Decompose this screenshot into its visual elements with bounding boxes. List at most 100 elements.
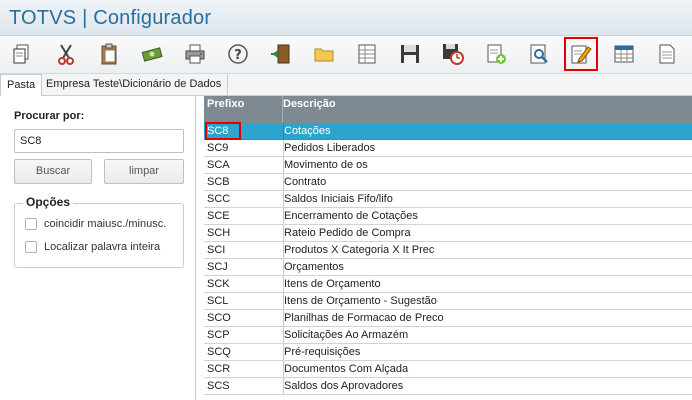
svg-text:?: ?: [234, 48, 242, 63]
table-row[interactable]: SCC Saldos Iniciais Fifo/lifo: [204, 191, 692, 208]
finance-button[interactable]: [137, 39, 167, 69]
match-case-label: coincidir maiusc./minusc.: [44, 218, 167, 230]
table-row[interactable]: SCP Solicitações Ao Armazém: [204, 327, 692, 344]
header-description[interactable]: Descrição: [283, 98, 336, 110]
table-icon: [614, 45, 634, 63]
cell-prefix: SC8: [207, 125, 229, 137]
cell-description: Contrato: [283, 174, 692, 190]
spreadsheet-button[interactable]: [352, 39, 382, 69]
tab-bar: Pasta Empresa Teste\Dicionário de Dados: [0, 74, 692, 97]
save-timer-icon: [443, 44, 464, 65]
edit-pencil-icon: [571, 45, 592, 64]
print-button[interactable]: [180, 39, 210, 69]
match-case-option[interactable]: coincidir maiusc./minusc.: [25, 218, 166, 230]
options-title: Opções: [23, 195, 74, 209]
search-button[interactable]: Buscar: [14, 159, 92, 184]
cell-prefix: SCQ: [207, 346, 231, 358]
paste-button[interactable]: [94, 39, 124, 69]
table-row[interactable]: SCI Produtos X Categoria X It Prec: [204, 242, 692, 259]
toolbar: ?: [0, 36, 692, 74]
cell-prefix: SCO: [207, 312, 231, 324]
page-icon: [659, 44, 675, 64]
cell-description: Solicitações Ao Armazém: [283, 327, 692, 343]
cell-prefix: SCH: [207, 227, 231, 239]
save-scheduled-button[interactable]: [438, 39, 468, 69]
cell-description: Movimento de os: [283, 157, 692, 173]
clear-button[interactable]: limpar: [104, 159, 184, 184]
header-prefix[interactable]: Prefixo: [207, 98, 244, 110]
table-row[interactable]: SC8 Cotações: [204, 122, 692, 140]
cell-description: Orçamentos: [283, 259, 692, 275]
cell-prefix: SCL: [207, 295, 229, 307]
new-button[interactable]: [481, 39, 511, 69]
table-row[interactable]: SCH Rateio Pedido de Compra: [204, 225, 692, 242]
page-button[interactable]: [652, 39, 682, 69]
exit-button[interactable]: [266, 39, 296, 69]
open-folder-button[interactable]: [309, 39, 339, 69]
cell-prefix: SCJ: [207, 261, 228, 273]
cut-icon: [58, 44, 74, 65]
table-row[interactable]: SCL Itens de Orçamento - Sugestão: [204, 293, 692, 310]
app-title: TOTVS | Configurador: [9, 7, 212, 29]
preview-button[interactable]: [524, 39, 554, 69]
cell-description: Itens de Orçamento - Sugestão: [283, 293, 692, 309]
cell-prefix: SCA: [207, 159, 230, 171]
tab-pasta[interactable]: Pasta: [0, 74, 43, 97]
table-row[interactable]: SCQ Pré-requisições: [204, 344, 692, 361]
tab-dicionario[interactable]: Empresa Teste\Dicionário de Dados: [40, 74, 229, 96]
save-disk-icon: [401, 45, 419, 63]
cell-prefix: SCS: [207, 380, 230, 392]
table-row[interactable]: SCA Movimento de os: [204, 157, 692, 174]
preview-search-icon: [530, 44, 548, 64]
help-button[interactable]: ?: [223, 39, 253, 69]
search-input[interactable]: [14, 129, 184, 153]
cell-description: Saldos dos Aprovadores: [283, 378, 692, 394]
save-button[interactable]: [395, 39, 425, 69]
copy-icon: [13, 44, 29, 64]
search-panel: Procurar por: Buscar limpar Opções coinc…: [0, 96, 196, 400]
folder-icon: [314, 48, 334, 62]
cell-description: Pedidos Liberados: [283, 140, 692, 156]
title-bar: TOTVS | Configurador: [0, 0, 692, 36]
table-row[interactable]: SCK Itens de Orçamento: [204, 276, 692, 293]
cell-description: Pré-requisições: [283, 344, 692, 360]
match-case-checkbox[interactable]: [25, 218, 37, 230]
cell-description: Rateio Pedido de Compra: [283, 225, 692, 241]
copy-button[interactable]: [7, 39, 37, 69]
cell-prefix: SCP: [207, 329, 230, 341]
table-row[interactable]: SC9 Pedidos Liberados: [204, 140, 692, 157]
cell-description: Encerramento de Cotações: [283, 208, 692, 224]
cell-prefix: SCE: [207, 210, 230, 222]
cell-prefix: SCK: [207, 278, 230, 290]
cell-prefix: SC9: [207, 142, 229, 154]
spreadsheet-icon: [358, 44, 376, 64]
money-icon: [141, 47, 163, 62]
table-row[interactable]: SCR Documentos Com Alçada: [204, 361, 692, 378]
cell-description: Documentos Com Alçada: [283, 361, 692, 377]
cell-description: Cotações: [283, 123, 692, 139]
table-header: Prefixo Descrição: [204, 96, 692, 123]
table-row[interactable]: SCS Saldos dos Aprovadores: [204, 378, 692, 395]
whole-word-checkbox[interactable]: [25, 241, 37, 253]
table-row[interactable]: SCB Contrato: [204, 174, 692, 191]
whole-word-option[interactable]: Localizar palavra inteira: [25, 241, 160, 253]
cell-description: Saldos Iniciais Fifo/lifo: [283, 191, 692, 207]
cell-description: Produtos X Categoria X It Prec: [283, 242, 692, 258]
help-icon: ?: [228, 44, 248, 64]
table-row[interactable]: SCO Planilhas de Formacao de Preco: [204, 310, 692, 327]
table-row[interactable]: SCE Encerramento de Cotações: [204, 208, 692, 225]
new-document-icon: [487, 44, 506, 64]
cell-prefix: SCC: [207, 193, 231, 205]
paste-icon: [101, 43, 117, 65]
cell-prefix: SCR: [207, 363, 231, 375]
cell-description: Itens de Orçamento: [283, 276, 692, 292]
cell-prefix: SCB: [207, 176, 230, 188]
edit-button[interactable]: [564, 37, 598, 71]
cell-description: Planilhas de Formacao de Preco: [283, 310, 692, 326]
cut-button[interactable]: [51, 39, 81, 69]
exit-door-icon: [271, 44, 290, 64]
whole-word-label: Localizar palavra inteira: [44, 241, 161, 253]
table-button[interactable]: [609, 39, 639, 69]
table-row[interactable]: SCJ Orçamentos: [204, 259, 692, 276]
options-group: Opções coincidir maiusc./minusc. Localiz…: [14, 195, 184, 268]
